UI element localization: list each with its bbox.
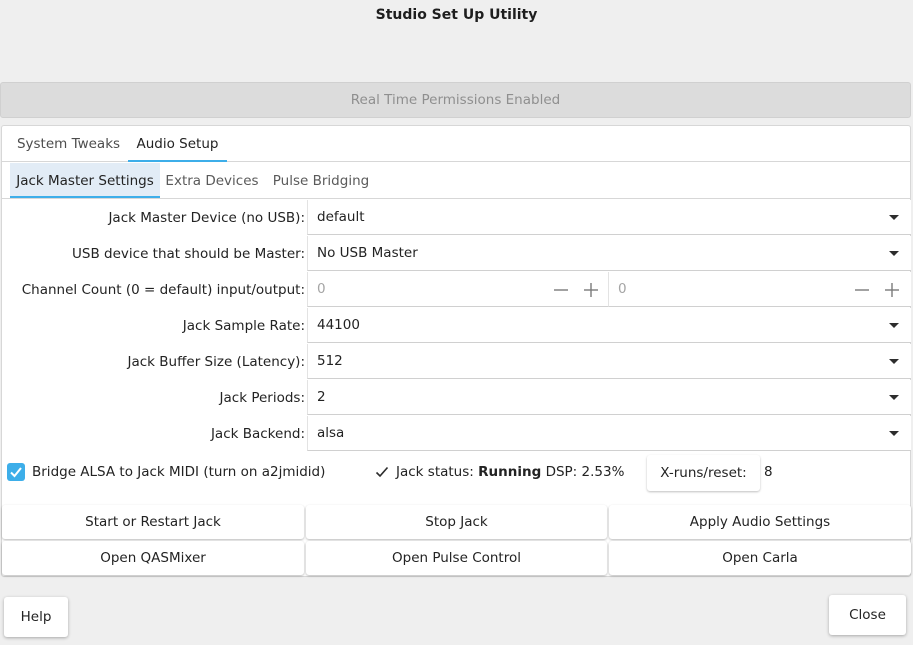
chevron-down-icon (889, 215, 899, 220)
apply-audio-settings-button[interactable]: Apply Audio Settings (609, 505, 911, 539)
master-device-value: default (317, 209, 365, 225)
minus-icon[interactable] (854, 282, 870, 298)
tab-system-tweaks[interactable]: System Tweaks (10, 126, 127, 162)
master-device-combo[interactable]: default (307, 200, 911, 235)
periods-row: Jack Periods: 2 (2, 380, 911, 416)
sample-rate-combo[interactable]: 44100 (307, 308, 911, 343)
chevron-down-icon (889, 431, 899, 436)
channel-count-label: Channel Count (0 = default) input/output… (21, 282, 305, 298)
sample-rate-label: Jack Sample Rate: (182, 318, 305, 334)
checkmark-icon (375, 466, 389, 478)
jack-status-label: Jack status: (396, 464, 474, 480)
sample-rate-row: Jack Sample Rate: 44100 (2, 308, 911, 344)
open-carla-button[interactable]: Open Carla (609, 541, 911, 575)
open-qasmixer-button[interactable]: Open QASMixer (2, 541, 304, 575)
sample-rate-value: 44100 (317, 317, 360, 333)
status-row: Bridge ALSA to Jack MIDI (turn on a2jmid… (2, 453, 910, 501)
restart-jack-button[interactable]: Start or Restart Jack (2, 505, 304, 539)
periods-label: Jack Periods: (219, 390, 305, 406)
periods-combo[interactable]: 2 (307, 380, 911, 415)
input-channel-value: 0 (317, 281, 326, 297)
realtime-permissions-button[interactable]: Real Time Permissions Enabled (0, 82, 911, 118)
plus-icon[interactable] (583, 282, 599, 298)
buffer-size-value: 512 (317, 353, 343, 369)
backend-row: Jack Backend: alsa (2, 416, 911, 452)
bridge-midi-checkbox[interactable] (7, 463, 25, 481)
open-pulse-control-button[interactable]: Open Pulse Control (306, 541, 607, 575)
minus-icon[interactable] (553, 282, 569, 298)
master-device-row: Jack Master Device (no USB): default (2, 200, 911, 236)
stop-jack-button[interactable]: Stop Jack (306, 505, 607, 539)
subtab-pulse-bridging[interactable]: Pulse Bridging (265, 163, 377, 198)
usb-master-combo[interactable]: No USB Master (307, 236, 911, 271)
tab-audio-setup[interactable]: Audio Setup (128, 126, 227, 162)
periods-value: 2 (317, 389, 326, 405)
chevron-down-icon (889, 359, 899, 364)
output-channel-spinbox[interactable]: 0 (608, 272, 911, 307)
usb-master-label: USB device that should be Master: (72, 246, 305, 262)
buffer-size-label: Jack Buffer Size (Latency): (127, 354, 306, 370)
subtab-extra-devices[interactable]: Extra Devices (162, 163, 262, 198)
jack-status-state: Running (478, 464, 542, 480)
jack-dsp-load: DSP: 2.53% (545, 464, 625, 480)
master-device-label: Jack Master Device (no USB): (108, 210, 305, 226)
input-channel-spinbox[interactable]: 0 (307, 272, 608, 307)
subtab-jack-master-settings[interactable]: Jack Master Settings (10, 163, 160, 198)
output-channel-value: 0 (618, 281, 627, 297)
usb-master-row: USB device that should be Master: No USB… (2, 236, 911, 272)
backend-label: Jack Backend: (210, 426, 305, 442)
check-icon (10, 467, 22, 478)
usb-master-value: No USB Master (317, 245, 418, 261)
main-tabbar: System Tweaks Audio Setup (2, 126, 910, 162)
close-button[interactable]: Close (829, 595, 906, 635)
bridge-midi-label[interactable]: Bridge ALSA to Jack MIDI (turn on a2jmid… (32, 453, 325, 491)
help-button[interactable]: Help (4, 597, 68, 637)
backend-combo[interactable]: alsa (307, 416, 911, 451)
chevron-down-icon (889, 323, 899, 328)
chevron-down-icon (889, 395, 899, 400)
main-panel: System Tweaks Audio Setup Jack Master Se… (1, 125, 911, 577)
window-title: Studio Set Up Utility (375, 7, 538, 23)
backend-value: alsa (317, 425, 345, 441)
xruns-reset-button[interactable]: X-runs/reset: (647, 455, 760, 491)
plus-icon[interactable] (884, 282, 900, 298)
buffer-size-combo[interactable]: 512 (307, 344, 911, 379)
chevron-down-icon (889, 251, 899, 256)
buffer-size-row: Jack Buffer Size (Latency): 512 (2, 344, 911, 380)
jack-status: Jack status: Running DSP: 2.53% (396, 453, 624, 491)
sub-tabbar: Jack Master Settings Extra Devices Pulse… (2, 163, 910, 199)
channel-count-row: Channel Count (0 = default) input/output… (2, 272, 911, 308)
xruns-count: 8 (764, 464, 773, 480)
